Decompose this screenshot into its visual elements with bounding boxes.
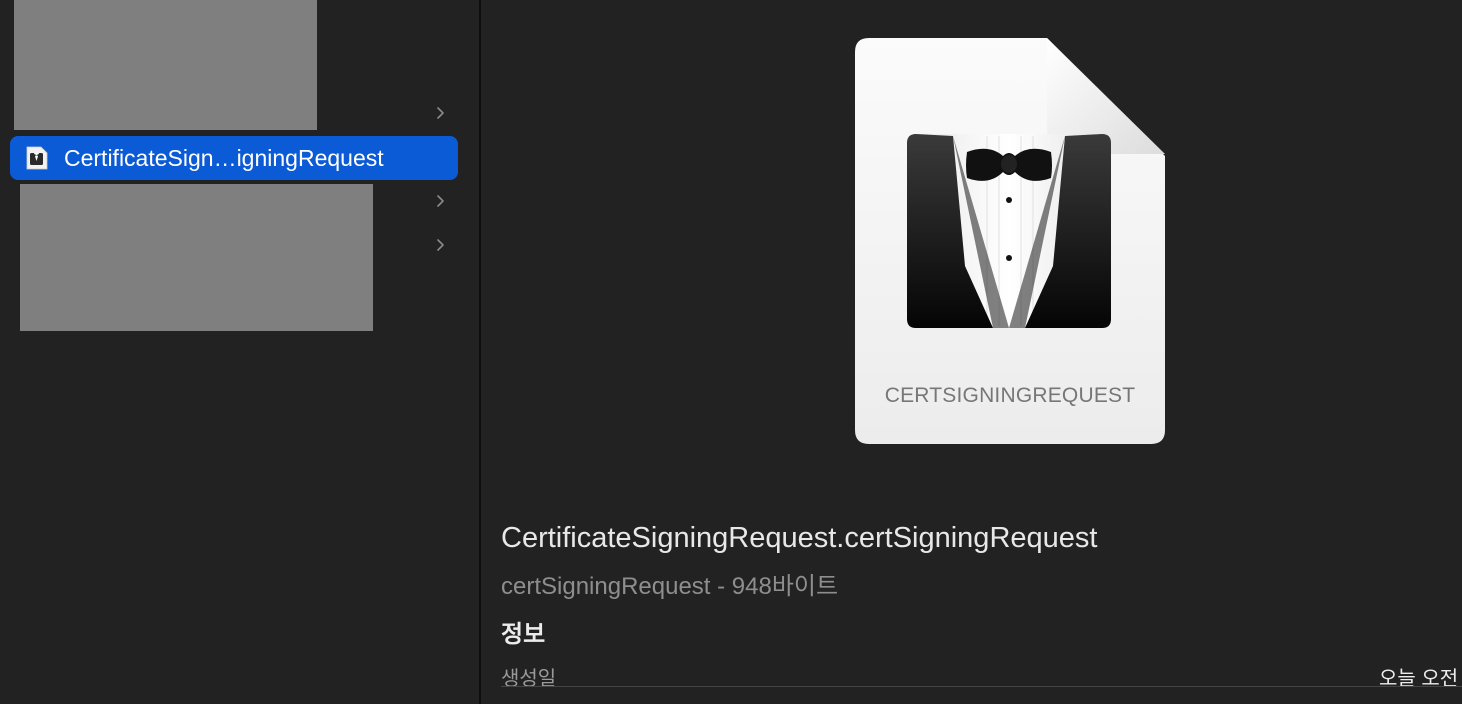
document-type-label: CERTSIGNINGREQUEST [884, 384, 1136, 407]
info-section-heading: 정보 [501, 621, 546, 648]
chevron-right-icon[interactable] [434, 238, 448, 252]
divider [501, 686, 1462, 687]
bowtie-doc-icon [26, 146, 48, 170]
list-item-label: CertificateSign…igningRequest [64, 145, 384, 171]
redacted-area [20, 184, 373, 331]
sidebar-column: CertificateSign…igningRequest [0, 0, 479, 704]
preview-pane: CERTSIGNINGREQUEST CertificateSigningReq… [481, 0, 1462, 704]
redacted-area [14, 0, 317, 130]
file-name: CertificateSigningRequest.certSigningReq… [501, 522, 1098, 554]
chevron-right-icon[interactable] [434, 194, 448, 208]
file-kind-size: certSigningRequest - 948바이트 [501, 573, 839, 600]
list-item-selected[interactable]: CertificateSign…igningRequest [10, 136, 458, 180]
chevron-right-icon[interactable] [434, 106, 448, 120]
